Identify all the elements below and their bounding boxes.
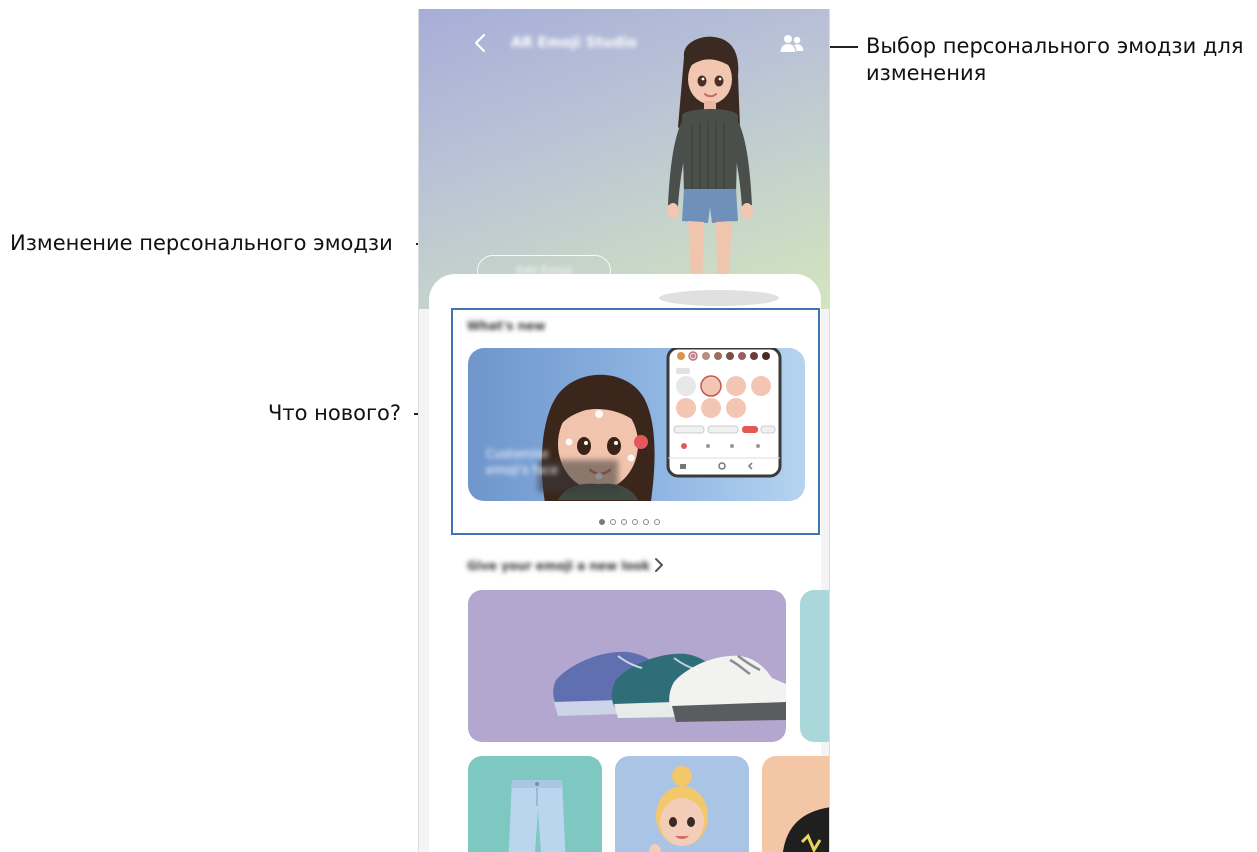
avatar-shadow (659, 290, 779, 306)
avatar-card[interactable] (615, 756, 749, 852)
emoji-avatar (667, 36, 753, 305)
people-icon (780, 35, 804, 52)
app-title: AR Emoji Studio (511, 35, 637, 51)
callout-select-emoji-line2: изменения (866, 61, 987, 85)
chevron-right-icon (655, 558, 663, 572)
pants-card[interactable] (468, 756, 602, 852)
next-look-card[interactable] (800, 590, 829, 742)
back-button[interactable] (469, 31, 493, 55)
new-look-more-button[interactable] (653, 557, 665, 577)
jeans-image (508, 780, 566, 852)
blond-emoji-image (649, 766, 708, 852)
callout-whats-new: Что нового? (268, 401, 401, 425)
sneakers-image (553, 651, 786, 722)
callout-select-emoji: Выбор персонального эмодзи для изменения (866, 33, 1244, 87)
select-emoji-button[interactable] (779, 31, 805, 55)
callout-edit-emoji: Изменение персонального эмодзи (10, 231, 393, 255)
hoodie-card[interactable] (762, 756, 829, 852)
shoes-card[interactable] (468, 590, 786, 742)
hoodie-image (783, 807, 829, 852)
new-look-title[interactable]: Give your emoji a new look (467, 559, 650, 573)
chevron-left-icon (474, 33, 486, 53)
callout-select-emoji-line1: Выбор персонального эмодзи для (866, 34, 1244, 58)
whats-new-highlight-frame (451, 308, 820, 535)
